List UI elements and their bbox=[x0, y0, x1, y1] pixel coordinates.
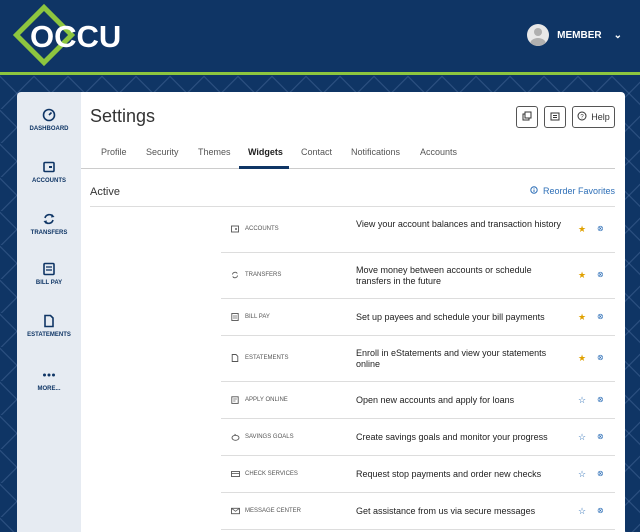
wallet-icon bbox=[42, 160, 56, 174]
copy-icon bbox=[522, 111, 532, 123]
remove-circle-icon[interactable]: ⊗ bbox=[597, 469, 604, 478]
tab-notifications[interactable]: Notifications bbox=[351, 147, 400, 157]
remove-circle-icon[interactable]: ⊗ bbox=[597, 395, 604, 404]
remove-circle-icon[interactable]: ⊗ bbox=[597, 506, 604, 515]
widget-row-check-services: CHECK SERVICES Request stop payments and… bbox=[221, 456, 615, 493]
tab-themes[interactable]: Themes bbox=[198, 147, 231, 157]
sidebar-item-dashboard[interactable]: DASHBOARD bbox=[17, 108, 81, 132]
info-circle-icon bbox=[530, 186, 538, 196]
widget-description: View your account balances and transacti… bbox=[356, 219, 561, 229]
section-title-active: Active bbox=[90, 186, 120, 198]
sidebar-item-accounts[interactable]: ACCOUNTS bbox=[17, 160, 81, 184]
widget-row-savings-goals: SAVINGS GOALS Create savings goals and m… bbox=[221, 419, 615, 456]
piggy-bank-icon bbox=[231, 433, 240, 443]
help-label: Help bbox=[591, 112, 610, 122]
widget-name: MESSAGE CENTER bbox=[245, 508, 302, 514]
tab-widgets[interactable]: Widgets bbox=[248, 147, 283, 157]
remove-circle-icon[interactable]: ⊗ bbox=[597, 432, 604, 441]
question-circle-icon: ? bbox=[577, 111, 587, 123]
occu-logo[interactable]: OCCU bbox=[12, 3, 128, 67]
widget-name: ESTATEMENTS bbox=[245, 355, 289, 361]
wallet-icon bbox=[231, 225, 239, 235]
star-filled-icon[interactable]: ★ bbox=[578, 224, 586, 235]
document-icon bbox=[231, 354, 239, 364]
remove-circle-icon[interactable]: ⊗ bbox=[597, 270, 604, 279]
widget-name: SAVINGS GOALS bbox=[245, 434, 294, 440]
widget-description: Set up payees and schedule your bill pay… bbox=[356, 312, 545, 322]
envelope-icon bbox=[231, 507, 240, 517]
stack-icon bbox=[550, 111, 560, 123]
sidebar-item-label: DASHBOARD bbox=[29, 126, 69, 132]
remove-circle-icon[interactable]: ⊗ bbox=[597, 312, 604, 321]
sidebar-item-label: TRANSFERS bbox=[30, 230, 68, 236]
sidebar-item-transfers[interactable]: TRANSFERS bbox=[17, 212, 81, 236]
sidebar-item-label: ACCOUNTS bbox=[32, 178, 66, 184]
sidebar-item-label: MORE... bbox=[37, 386, 61, 392]
tab-accounts[interactable]: Accounts bbox=[420, 147, 457, 157]
page-title: Settings bbox=[90, 106, 156, 126]
star-outline-icon[interactable]: ☆ bbox=[578, 395, 586, 406]
sidebar-nav: DASHBOARD ACCOUNTS TRANSFERS BILL PAY ES… bbox=[17, 92, 81, 532]
tab-security[interactable]: Security bbox=[146, 147, 179, 157]
reorder-favorites-link[interactable]: Reorder Favorites bbox=[530, 186, 615, 196]
star-outline-icon[interactable]: ☆ bbox=[578, 432, 586, 443]
print-button[interactable] bbox=[516, 106, 538, 128]
star-outline-icon[interactable]: ☆ bbox=[578, 506, 586, 517]
bill-icon bbox=[231, 313, 239, 323]
more-dots-icon bbox=[42, 368, 56, 382]
star-filled-icon[interactable]: ★ bbox=[578, 270, 586, 281]
sidebar-item-bill-pay[interactable]: BILL PAY bbox=[17, 262, 81, 286]
bill-icon bbox=[42, 262, 56, 276]
member-menu[interactable]: MEMBER ⌄ bbox=[527, 24, 622, 46]
tab-profile[interactable]: Profile bbox=[101, 147, 127, 157]
sidebar-item-more[interactable]: MORE... bbox=[17, 368, 81, 392]
check-icon bbox=[231, 470, 240, 480]
widget-row-accounts: ACCOUNTS View your account balances and … bbox=[221, 207, 615, 253]
widget-description: Request stop payments and order new chec… bbox=[356, 469, 542, 479]
widget-row-transfers: TRANSFERS Move money between accounts or… bbox=[221, 253, 615, 299]
dashboard-gauge-icon bbox=[42, 108, 56, 122]
remove-circle-icon[interactable]: ⊗ bbox=[597, 353, 604, 362]
export-button[interactable] bbox=[544, 106, 566, 128]
transfer-arrows-icon bbox=[231, 271, 239, 281]
tab-contact[interactable]: Contact bbox=[301, 147, 332, 157]
sidebar-item-label: ESTATEMENTS bbox=[27, 332, 71, 338]
settings-tabs: Profile Security Themes Widgets Contact … bbox=[81, 136, 615, 169]
widget-name: BILL PAY bbox=[245, 314, 270, 320]
remove-circle-icon[interactable]: ⊗ bbox=[597, 224, 604, 233]
active-tab-indicator bbox=[239, 166, 289, 169]
top-header: OCCU MEMBER ⌄ bbox=[0, 0, 640, 72]
star-filled-icon[interactable]: ★ bbox=[578, 353, 586, 364]
reorder-favorites-label: Reorder Favorites bbox=[542, 186, 615, 196]
logo-text: OCCU bbox=[30, 19, 122, 54]
widget-description: Get assistance from us via secure messag… bbox=[356, 506, 536, 516]
chevron-down-icon: ⌄ bbox=[613, 29, 622, 41]
widget-row-bill-pay: BILL PAY Set up payees and schedule your… bbox=[221, 299, 615, 336]
widget-name: CHECK SERVICES bbox=[245, 471, 298, 477]
sidebar-item-estatements[interactable]: ESTATEMENTS bbox=[17, 314, 81, 338]
widget-description: Enroll in eStatements and view your stat… bbox=[356, 348, 547, 369]
form-icon bbox=[231, 396, 239, 406]
widget-description: Create savings goals and monitor your pr… bbox=[356, 432, 548, 442]
widget-row-apply-online: APPLY ONLINE Open new accounts and apply… bbox=[221, 382, 615, 419]
widget-name: ACCOUNTS bbox=[245, 226, 279, 232]
star-outline-icon[interactable]: ☆ bbox=[578, 469, 586, 480]
document-icon bbox=[42, 314, 56, 328]
widget-name: APPLY ONLINE bbox=[245, 397, 288, 403]
star-filled-icon[interactable]: ★ bbox=[578, 312, 586, 323]
widget-description: Move money between accounts or schedule … bbox=[356, 265, 532, 286]
widget-row-estatements: ESTATEMENTS Enroll in eStatements and vi… bbox=[221, 336, 615, 382]
member-label: MEMBER bbox=[557, 29, 602, 41]
widget-row-message-center: MESSAGE CENTER Get assistance from us vi… bbox=[221, 493, 615, 530]
transfer-arrows-icon bbox=[42, 212, 56, 226]
avatar bbox=[527, 24, 550, 46]
help-button[interactable]: ? Help bbox=[572, 106, 615, 128]
widget-name: TRANSFERS bbox=[245, 272, 282, 278]
widget-description: Open new accounts and apply for loans bbox=[356, 395, 515, 405]
settings-panel: Settings ? Help Profile Security Themes … bbox=[81, 92, 625, 532]
sidebar-item-label: BILL PAY bbox=[35, 280, 63, 286]
